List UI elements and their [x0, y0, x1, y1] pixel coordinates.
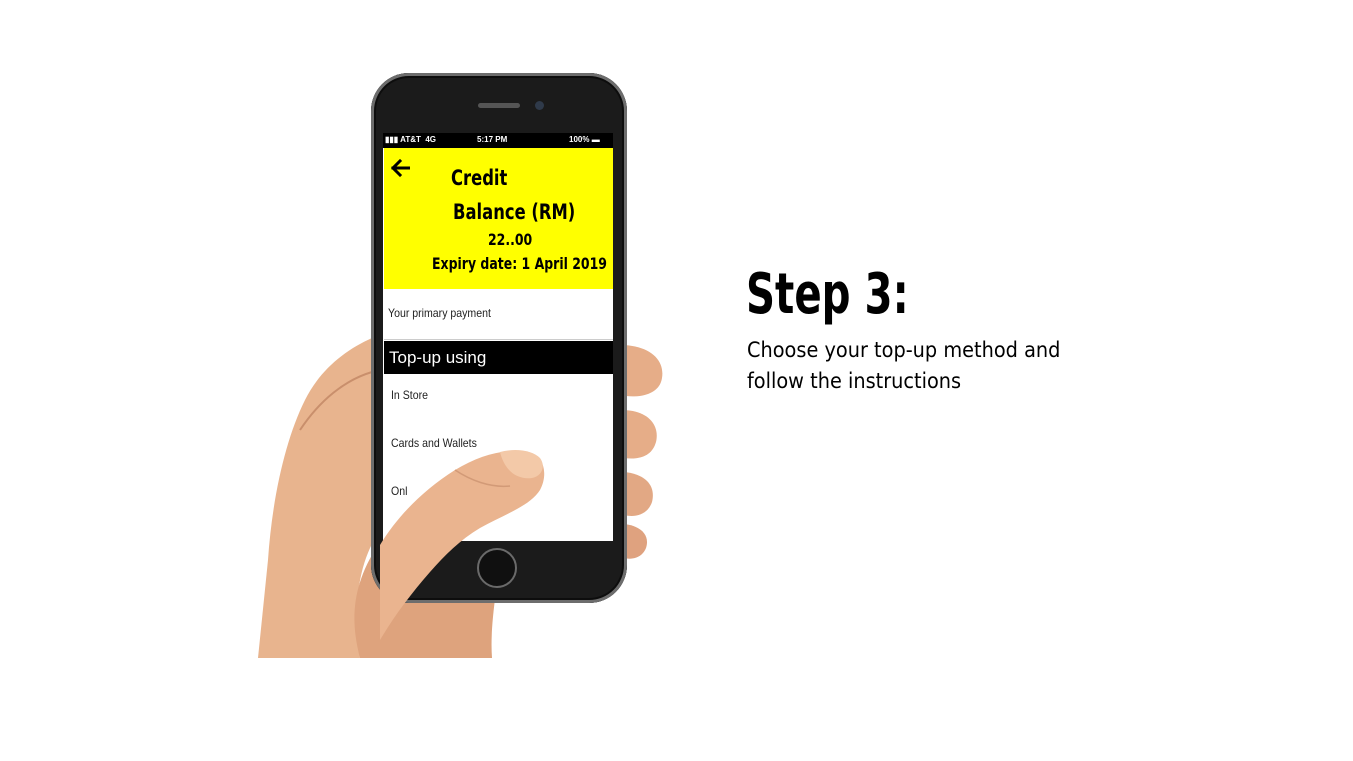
option-online[interactable]: Onl — [384, 471, 609, 519]
option-label: In Store — [391, 388, 428, 402]
status-bar: ▮▮▮ AT&T 4G 5:17 PM 100% ▬ — [383, 133, 613, 148]
primary-payment-row[interactable]: Your primary payment — [384, 289, 613, 340]
hand-illustration — [258, 330, 663, 658]
topup-section-label: Top-up using — [389, 348, 487, 367]
expiry-date: Expiry date: 1 April 2019 — [432, 254, 607, 273]
arrow-left-icon[interactable] — [390, 159, 410, 177]
primary-payment-label: Your primary payment — [388, 306, 491, 320]
camera-icon — [535, 101, 544, 110]
phone-speaker — [478, 103, 520, 108]
step-description-line2: follow the instructions — [747, 369, 962, 393]
option-label: Onl — [391, 484, 408, 498]
step-title: Step 3: — [746, 262, 909, 327]
carrier-label: ▮▮▮ AT&T 4G — [385, 135, 436, 144]
phone-screen: ▮▮▮ AT&T 4G 5:17 PM 100% ▬ Credit Balanc… — [383, 133, 613, 541]
home-button[interactable] — [477, 548, 517, 588]
header-title-line2: Balance (RM) — [453, 200, 576, 224]
topup-section-header: Top-up using — [384, 341, 613, 374]
option-label: Cards and Wallets — [391, 436, 477, 450]
step-description-line1: Choose your top-up method and — [747, 338, 1061, 362]
step-description: Choose your top-up method and follow the… — [747, 335, 1127, 397]
option-in-store[interactable]: In Store — [384, 375, 609, 424]
battery-label: 100% ▬ — [569, 135, 600, 144]
clock: 5:17 PM — [477, 135, 508, 144]
balance-header: Credit Balance (RM) 22..00 Expiry date: … — [384, 148, 613, 289]
balance-amount: 22..00 — [488, 230, 533, 249]
option-cards-and-wallets[interactable]: Cards and Wallets — [384, 423, 609, 472]
header-title-line1: Credit — [451, 166, 508, 190]
